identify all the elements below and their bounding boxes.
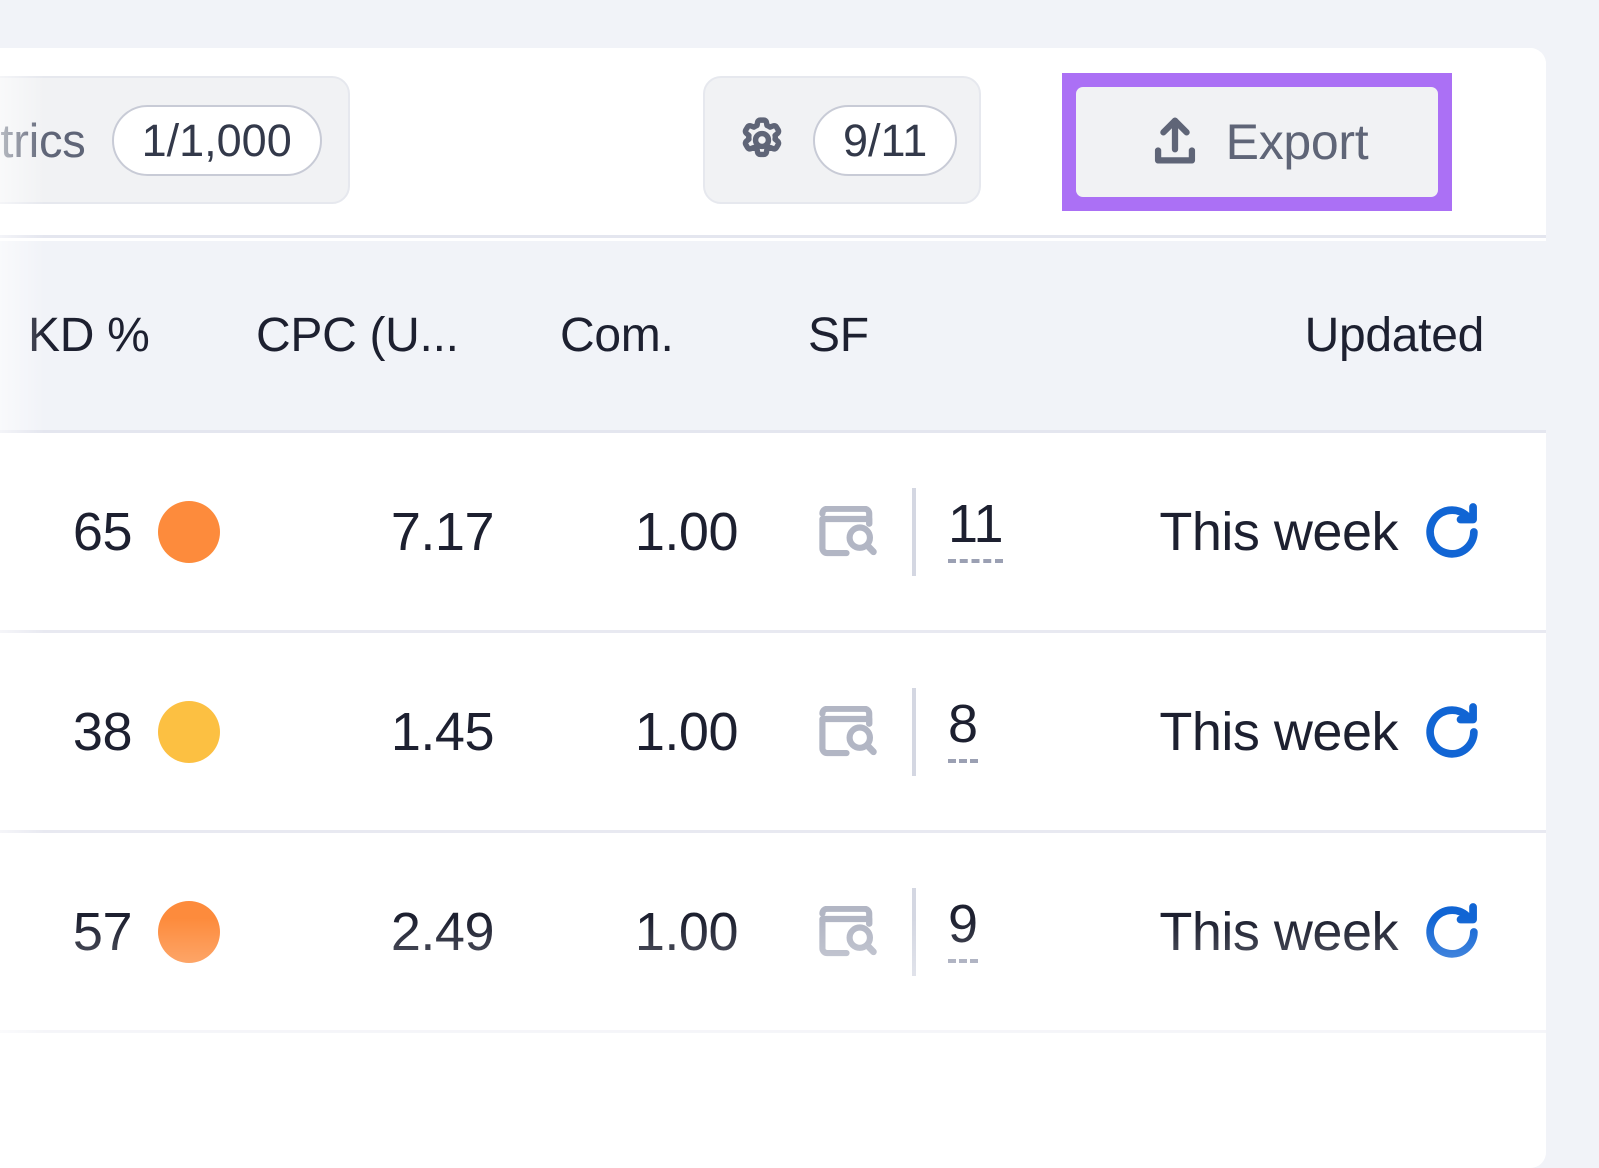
cell-com: 1.00 xyxy=(634,901,739,962)
table-header-row: KD % CPC (U... Com. SF Updated xyxy=(0,241,1546,433)
refresh-icon[interactable] xyxy=(1420,500,1484,564)
refresh-icon[interactable] xyxy=(1420,900,1484,964)
column-header-cpc[interactable]: CPC (U... xyxy=(230,308,510,363)
cell-sf: 9 xyxy=(760,887,1090,976)
export-label: Export xyxy=(1225,114,1369,170)
updated-text: This week xyxy=(1159,501,1398,562)
refresh-icon[interactable] xyxy=(1420,700,1484,764)
keywords-table: KD % CPC (U... Com. SF Updated 65 7.17 1… xyxy=(0,241,1546,1033)
cell-cpc: 7.17 xyxy=(390,501,495,562)
cell-sf: 11 xyxy=(760,487,1090,576)
sf-value[interactable]: 11 xyxy=(948,497,1004,564)
upload-icon xyxy=(1146,113,1204,171)
sf-divider xyxy=(912,887,916,976)
cell-cpc: 2.49 xyxy=(390,901,495,962)
table-row[interactable]: 65 7.17 1.00 11 This week xyxy=(0,433,1546,633)
update-metrics-button[interactable]: date metrics 1/1,000 xyxy=(0,76,350,204)
updated-text: This week xyxy=(1159,901,1398,962)
cell-updated: This week xyxy=(1090,900,1546,964)
cell-updated: This week xyxy=(1090,500,1546,564)
cell-kd: 57 xyxy=(0,900,230,963)
update-metrics-count-badge: 1/1,000 xyxy=(111,104,322,176)
kd-value: 65 xyxy=(72,501,133,562)
updated-text: This week xyxy=(1159,701,1398,762)
serp-preview-icon[interactable] xyxy=(816,505,878,558)
cell-com: 1.00 xyxy=(634,701,739,762)
cell-kd: 65 xyxy=(0,500,230,563)
cell-kd: 38 xyxy=(0,700,230,763)
table-row[interactable]: 57 2.49 1.00 9 This week xyxy=(0,833,1546,1033)
column-header-sf[interactable]: SF xyxy=(760,308,1090,363)
results-card: date metrics 1/1,000 9/11 xyxy=(0,48,1546,1168)
table-row[interactable]: 38 1.45 1.00 8 This week xyxy=(0,633,1546,833)
update-metrics-label: date metrics xyxy=(0,113,86,167)
table-toolbar: date metrics 1/1,000 9/11 xyxy=(0,48,1546,238)
kd-difficulty-dot xyxy=(158,900,220,963)
column-settings-button[interactable]: 9/11 xyxy=(703,76,982,204)
export-button[interactable]: Export xyxy=(1076,87,1438,197)
sf-value[interactable]: 9 xyxy=(948,897,978,964)
sf-value[interactable]: 8 xyxy=(948,697,978,764)
serp-preview-icon[interactable] xyxy=(816,905,878,958)
column-header-com[interactable]: Com. xyxy=(510,308,760,363)
gear-icon xyxy=(731,109,793,171)
kd-value: 57 xyxy=(72,901,133,962)
cell-com: 1.00 xyxy=(634,501,739,562)
cell-updated: This week xyxy=(1090,700,1546,764)
cell-cpc: 1.45 xyxy=(390,701,495,762)
column-header-kd[interactable]: KD % xyxy=(0,308,230,363)
column-header-updated[interactable]: Updated xyxy=(1090,308,1546,363)
kd-difficulty-dot xyxy=(158,500,220,563)
kd-value: 38 xyxy=(72,701,133,762)
sf-divider xyxy=(912,487,916,576)
export-highlight-box: Export xyxy=(1062,73,1452,211)
settings-count-badge: 9/11 xyxy=(813,104,958,176)
cell-sf: 8 xyxy=(760,687,1090,776)
sf-divider xyxy=(912,687,916,776)
serp-preview-icon[interactable] xyxy=(816,705,878,758)
kd-difficulty-dot xyxy=(158,700,220,763)
